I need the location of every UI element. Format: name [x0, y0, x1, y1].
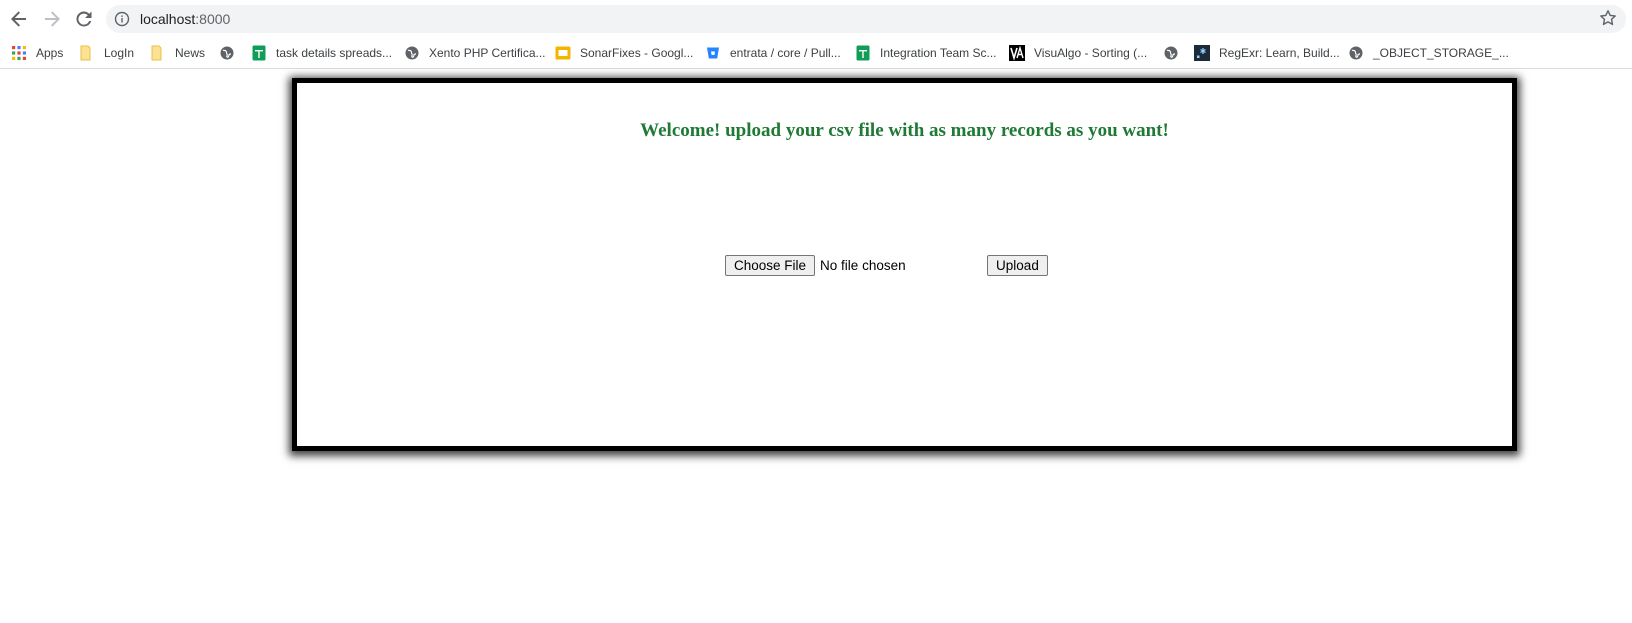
folder-icon: [79, 45, 95, 61]
bookmark-news[interactable]: News: [150, 43, 205, 63]
globe-icon: [1348, 45, 1364, 61]
url-host: localhost: [140, 11, 196, 27]
globe-icon: [219, 45, 235, 61]
regexr-icon: [1194, 45, 1210, 61]
bookmark-regexr[interactable]: RegExr: Learn, Build...: [1194, 43, 1340, 63]
forward-arrow-icon[interactable]: [40, 7, 64, 31]
bookmark-xento[interactable]: Xento PHP Certifica...: [404, 43, 546, 63]
visualgo-icon: [1009, 45, 1025, 61]
folder-icon: [150, 45, 166, 61]
bookmark-task-details[interactable]: task details spreads...: [251, 43, 392, 63]
bookmark-star-icon[interactable]: [1599, 9, 1617, 27]
bookmark-globe[interactable]: [219, 43, 244, 63]
globe-icon: [1163, 45, 1179, 61]
reload-icon[interactable]: [72, 7, 96, 31]
welcome-heading: Welcome! upload your csv file with as ma…: [640, 120, 1169, 141]
bookmark-globe[interactable]: [1163, 43, 1188, 63]
browser-toolbar: localhost:8000: [0, 0, 1632, 37]
bookmark-integration-team[interactable]: Integration Team Sc...: [855, 43, 997, 63]
bitbucket-icon: [705, 45, 721, 61]
bookmark-label: Integration Team Sc...: [880, 46, 997, 60]
bookmark-label: LogIn: [104, 46, 135, 60]
url-text[interactable]: localhost:8000: [140, 11, 230, 27]
bookmark-label: task details spreads...: [276, 46, 393, 60]
back-arrow-icon[interactable]: [7, 7, 31, 31]
bookmarks-bar: Apps LogIn News task details spreads... …: [0, 37, 1632, 69]
bookmark-entrata[interactable]: entrata / core / Pull...: [705, 43, 841, 63]
upload-button[interactable]: Upload: [987, 254, 1048, 276]
bookmark-label: VisuAlgo - Sorting (...: [1034, 46, 1148, 60]
url-port: :8000: [195, 11, 231, 27]
bookmark-object-storage[interactable]: _OBJECT_STORAGE_...: [1348, 43, 1509, 63]
bookmark-label: entrata / core / Pull...: [730, 46, 841, 60]
bookmark-label: Apps: [36, 46, 64, 60]
bookmark-visualgo[interactable]: VisuAlgo - Sorting (...: [1009, 43, 1147, 63]
info-icon[interactable]: [114, 11, 130, 27]
upload-form: Choose File No file chosen Upload: [725, 254, 1048, 276]
bookmark-sonarfixes[interactable]: SonarFixes - Googl...: [555, 43, 693, 63]
bookmark-label: News: [175, 46, 206, 60]
google-slides-icon: [555, 45, 571, 61]
google-sheets-icon: [855, 45, 871, 61]
bookmark-login[interactable]: LogIn: [79, 43, 134, 63]
bookmark-apps[interactable]: Apps: [11, 43, 63, 63]
choose-file-button[interactable]: Choose File: [725, 254, 816, 276]
bookmark-label: RegExr: Learn, Build...: [1219, 46, 1340, 60]
google-sheets-icon: [251, 45, 267, 61]
globe-icon: [404, 45, 420, 61]
upload-card: Welcome! upload your csv file with as ma…: [292, 78, 1517, 451]
bookmark-label: Xento PHP Certifica...: [429, 46, 546, 60]
address-bar[interactable]: localhost:8000: [106, 5, 1626, 33]
file-status-text: No file chosen: [820, 257, 906, 273]
bookmark-label: _OBJECT_STORAGE_...: [1373, 46, 1509, 60]
bookmark-label: SonarFixes - Googl...: [580, 46, 694, 60]
apps-grid-icon: [11, 45, 27, 61]
